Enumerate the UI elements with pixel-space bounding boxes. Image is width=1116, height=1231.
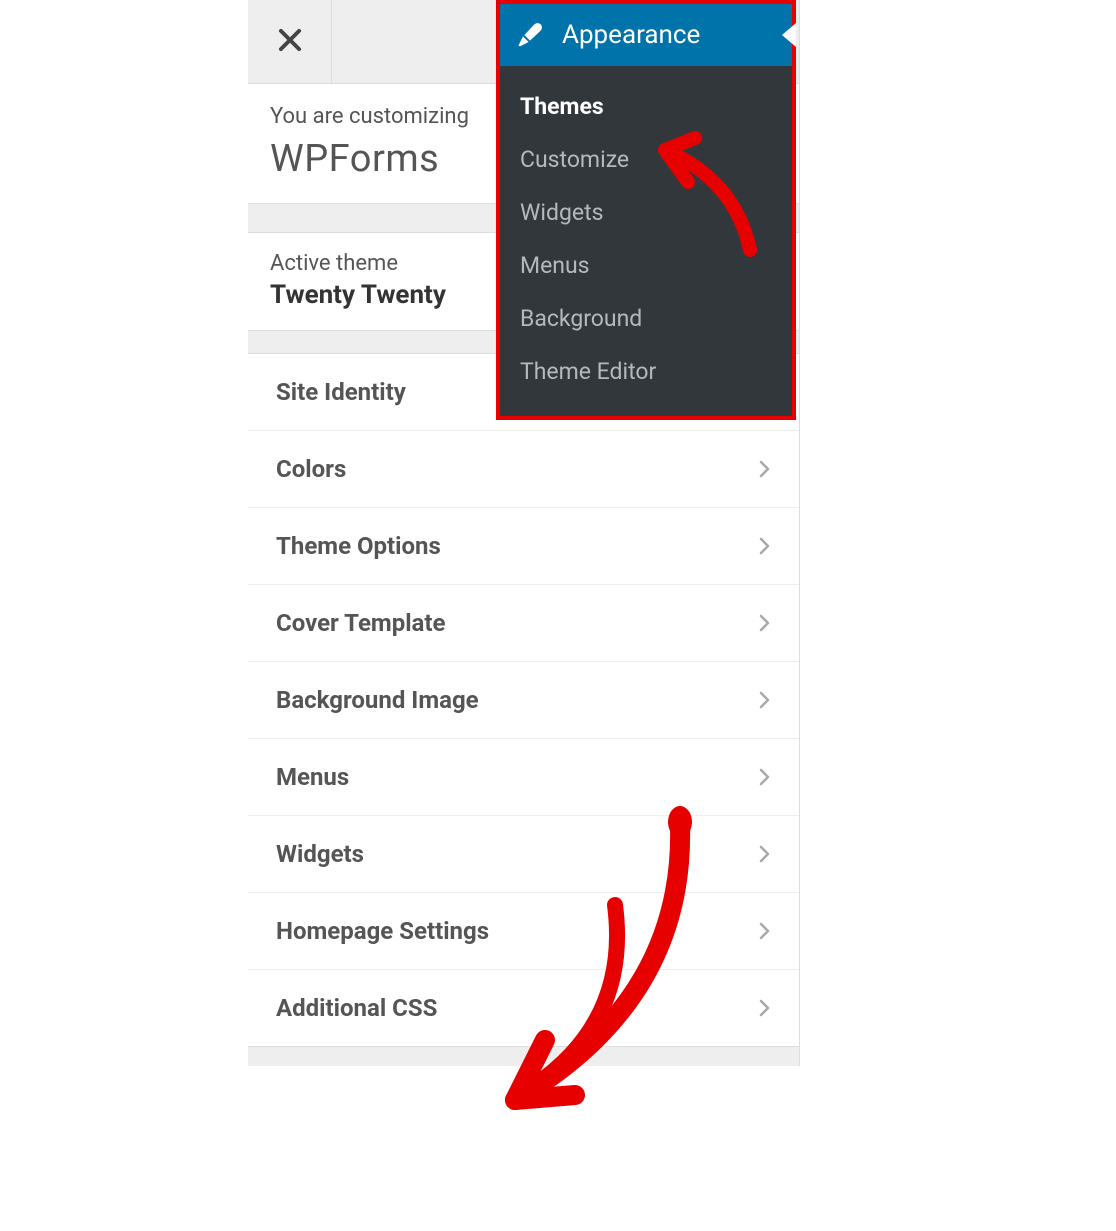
submenu-item-widgets[interactable]: Widgets xyxy=(500,186,792,239)
submenu-item-background[interactable]: Background xyxy=(500,292,792,345)
submenu-item-theme-editor[interactable]: Theme Editor xyxy=(500,345,792,398)
section-background-image[interactable]: Background Image xyxy=(248,661,799,738)
appearance-menu-header[interactable]: Appearance xyxy=(500,4,792,66)
customizer-section-list: Site Identity Colors Theme Options Cover Te… xyxy=(248,353,799,1046)
section-label: Widgets xyxy=(276,840,364,868)
section-additional-css[interactable]: Additional CSS xyxy=(248,969,799,1046)
chevron-right-icon xyxy=(755,690,775,710)
chevron-right-icon xyxy=(755,921,775,941)
section-label: Colors xyxy=(276,455,346,483)
section-label: Menus xyxy=(276,763,349,791)
section-label: Theme Options xyxy=(276,532,441,560)
chevron-right-icon xyxy=(755,459,775,479)
close-icon xyxy=(277,27,303,57)
chevron-right-icon xyxy=(755,536,775,556)
section-label: Additional CSS xyxy=(276,994,437,1022)
chevron-right-icon xyxy=(755,998,775,1018)
chevron-right-icon xyxy=(755,613,775,633)
section-homepage-settings[interactable]: Homepage Settings xyxy=(248,892,799,969)
section-theme-options[interactable]: Theme Options xyxy=(248,507,799,584)
chevron-right-icon xyxy=(755,767,775,787)
section-label: Cover Template xyxy=(276,609,445,637)
section-label: Site Identity xyxy=(276,378,406,406)
paintbrush-icon xyxy=(516,21,544,49)
submenu-item-customize[interactable]: Customize xyxy=(500,133,792,186)
divider xyxy=(248,1046,799,1066)
section-label: Background Image xyxy=(276,686,479,714)
section-cover-template[interactable]: Cover Template xyxy=(248,584,799,661)
pointer-icon xyxy=(782,23,796,47)
submenu-item-themes[interactable]: Themes xyxy=(500,80,792,133)
appearance-submenu: Appearance ThemesCustomizeWidgetsMenusBa… xyxy=(496,0,796,420)
appearance-title: Appearance xyxy=(562,20,700,50)
section-widgets[interactable]: Widgets xyxy=(248,815,799,892)
submenu-item-menus[interactable]: Menus xyxy=(500,239,792,292)
chevron-right-icon xyxy=(755,844,775,864)
section-colors[interactable]: Colors xyxy=(248,430,799,507)
section-label: Homepage Settings xyxy=(276,917,489,945)
close-button[interactable] xyxy=(248,0,332,84)
appearance-submenu-list: ThemesCustomizeWidgetsMenusBackgroundThe… xyxy=(500,66,792,416)
section-menus[interactable]: Menus xyxy=(248,738,799,815)
